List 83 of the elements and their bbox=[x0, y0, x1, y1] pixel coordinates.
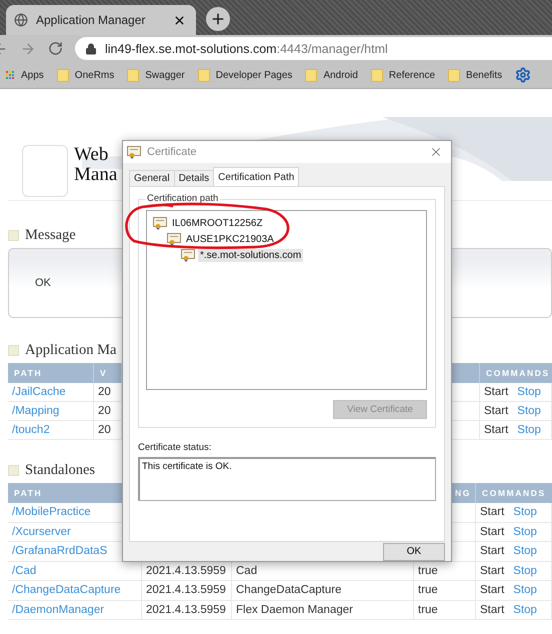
section-heading: Application Ma bbox=[25, 342, 116, 359]
folder-icon bbox=[56, 68, 69, 82]
command-text: Start bbox=[484, 386, 508, 398]
table-cell: 2021.4.13.5959 bbox=[142, 581, 232, 600]
section-bullet-icon bbox=[8, 465, 19, 476]
path-link[interactable]: /JailCache bbox=[8, 383, 94, 402]
certificate-tree-item[interactable]: AUSE1PKC21903A bbox=[184, 232, 276, 246]
bookmark-link[interactable]: Reference bbox=[388, 70, 436, 80]
message-text: OK bbox=[35, 277, 51, 289]
certificate-icon bbox=[127, 146, 141, 158]
command-link[interactable]: Stop bbox=[517, 405, 541, 417]
reload-icon[interactable] bbox=[48, 41, 63, 56]
globe-icon bbox=[14, 13, 28, 27]
column-header: COMMANDS bbox=[476, 483, 552, 503]
folder-icon bbox=[305, 68, 318, 82]
dialog-tab[interactable]: Certification Path bbox=[213, 167, 300, 186]
folder-icon bbox=[370, 68, 383, 82]
bookmark-link[interactable]: OneRms bbox=[74, 70, 114, 80]
dialog-title: Certificate bbox=[147, 146, 198, 158]
logo-frame bbox=[22, 145, 68, 197]
settings-icon[interactable] bbox=[515, 67, 532, 83]
table-cell: true bbox=[414, 581, 476, 600]
section-heading: Message bbox=[25, 227, 76, 244]
section-heading: Standalones bbox=[25, 462, 96, 479]
folder-icon bbox=[448, 68, 460, 82]
close-icon[interactable] bbox=[429, 145, 443, 159]
folder-icon bbox=[198, 68, 210, 82]
path-link[interactable]: /touch2 bbox=[8, 421, 94, 440]
command-link[interactable]: Stop bbox=[513, 604, 537, 616]
command-text: Start bbox=[480, 545, 504, 558]
table-cell: Flex Daemon Manager bbox=[232, 600, 414, 620]
dialog-tab[interactable]: General bbox=[129, 170, 175, 186]
new-tab-button[interactable] bbox=[206, 7, 230, 31]
status-field[interactable]: This certificate is OK. bbox=[138, 457, 436, 501]
table-cell: true bbox=[414, 600, 476, 620]
command-link[interactable]: Stop bbox=[513, 564, 537, 577]
table-cell: ChangeDataCapture bbox=[232, 581, 414, 600]
apps-grid-icon bbox=[6, 70, 15, 80]
command-link[interactable]: Stop bbox=[513, 506, 537, 518]
command-text: Start bbox=[480, 506, 504, 518]
command-link[interactable]: Stop bbox=[513, 545, 537, 558]
path-link[interactable]: /Mapping bbox=[8, 402, 94, 421]
command-link[interactable]: Stop bbox=[517, 386, 541, 398]
ok-button[interactable]: OK bbox=[383, 542, 445, 560]
command-link[interactable]: Stop bbox=[513, 584, 537, 596]
column-header: V bbox=[94, 363, 122, 383]
bookmark-link[interactable]: Benefits bbox=[466, 70, 502, 80]
command-link[interactable]: Stop bbox=[513, 526, 537, 538]
section-bullet-icon bbox=[8, 230, 19, 241]
command-text: Start bbox=[484, 424, 508, 436]
url-text: lin49-flex.se.mot-solutions.com:4443/manager/html bbox=[105, 42, 388, 56]
path-link[interactable]: /DaemonManager bbox=[8, 600, 142, 620]
certificate-icon bbox=[181, 248, 195, 262]
certificate-tree-item[interactable]: *.se.mot-solutions.com bbox=[198, 248, 304, 262]
plus-icon bbox=[210, 11, 226, 27]
bookmark-link[interactable]: Developer Pages bbox=[216, 70, 292, 80]
lock-icon bbox=[85, 42, 97, 54]
command-text: Start bbox=[484, 405, 508, 417]
section-bullet-icon bbox=[8, 345, 19, 356]
group-label: Certification path bbox=[145, 193, 220, 204]
command-text: Start bbox=[480, 526, 504, 538]
certificate-tree-item[interactable]: IL06MROOT12256Z bbox=[170, 216, 265, 230]
path-link[interactable]: /ChangeDataCapture bbox=[8, 581, 142, 600]
page-title-text: Mana bbox=[74, 165, 118, 185]
command-text: Start bbox=[480, 584, 504, 596]
command-text: Start bbox=[480, 604, 504, 616]
browser-tab[interactable]: Application Manager bbox=[6, 5, 196, 35]
page-title-text: Web bbox=[74, 145, 110, 165]
tab-title: Application Manager bbox=[36, 13, 146, 27]
bookmark-link[interactable]: Swagger bbox=[145, 70, 185, 80]
folder-icon bbox=[127, 68, 140, 82]
certificate-icon bbox=[153, 216, 167, 230]
command-link[interactable]: Stop bbox=[517, 424, 541, 436]
command-text: Start bbox=[480, 564, 504, 577]
column-header: PATH bbox=[8, 363, 94, 383]
certificate-icon bbox=[167, 232, 181, 246]
address-field[interactable]: lin49-flex.se.mot-solutions.com:4443/manager/html bbox=[75, 37, 552, 60]
table-cell: 2021.4.13.5959 bbox=[142, 600, 232, 620]
status-label: Certificate status: bbox=[138, 442, 212, 453]
bookmark-link[interactable]: Apps bbox=[21, 70, 44, 80]
close-icon[interactable] bbox=[173, 14, 186, 26]
bookmark-link[interactable]: Android bbox=[323, 70, 358, 80]
column-header: COMMANDS bbox=[480, 363, 552, 383]
